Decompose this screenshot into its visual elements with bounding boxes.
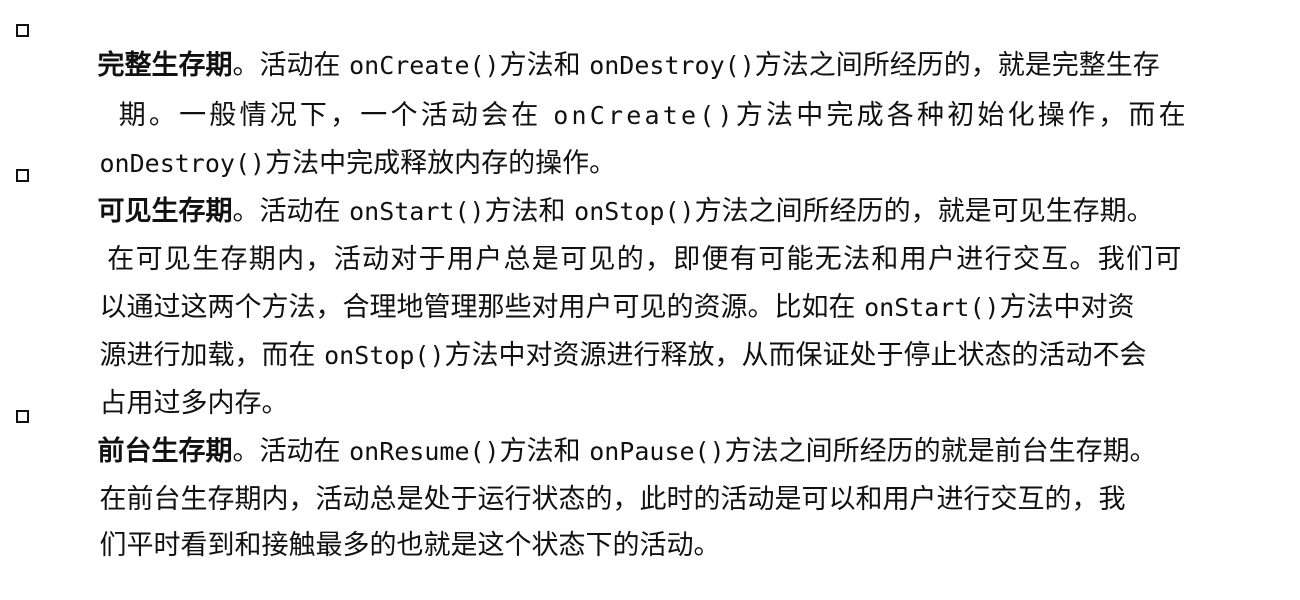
text-run: 方法中完成各种初始化操作，而在 [735,100,1189,131]
document-page: 完整生存期。活动在 onCreate()方法和 onDestroy()方法之间所… [0,0,1300,561]
checkbox-bullet-icon [16,169,29,182]
text-run: 方法中对资源进行释放，从而保证处于停止状态的活动不会 [444,340,1147,371]
checkbox-bullet-icon [16,24,29,37]
text-line: 们平时看到和接触最多的也就是这个状态下的活动。 [48,492,721,600]
checkbox-bullet-icon [16,410,29,423]
text-run: 们平时看到和接触最多的也就是这个状态下的活动。 [99,530,721,561]
code-run: onStop() [324,341,445,370]
